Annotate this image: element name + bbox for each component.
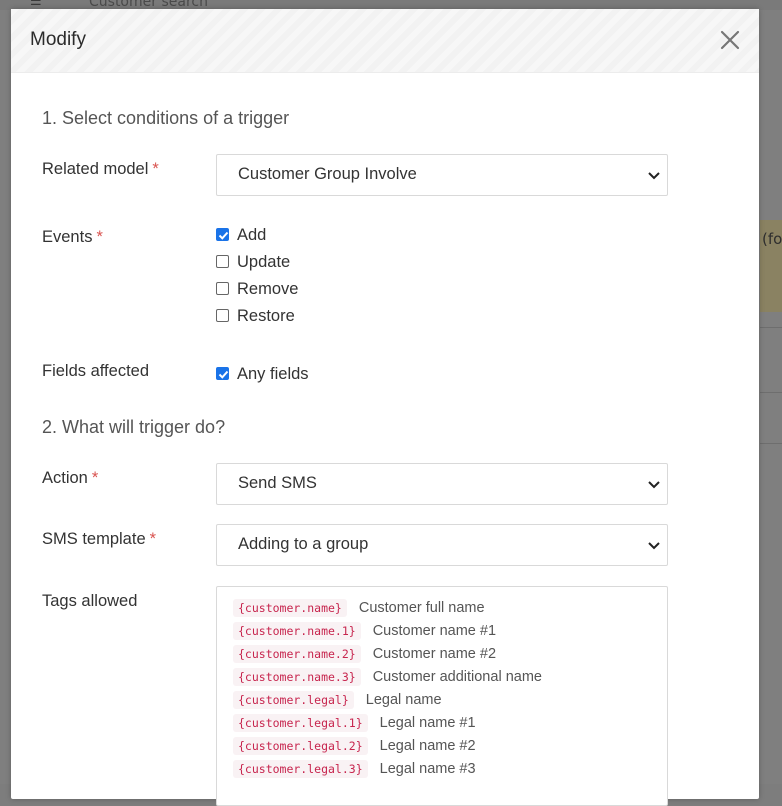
required-marker: * <box>96 228 103 246</box>
related-model-value: Customer Group Involve <box>238 165 417 183</box>
checkmark-icon <box>218 370 229 379</box>
checkbox-unchecked[interactable] <box>216 282 229 295</box>
tag-code[interactable]: {customer.name.1} <box>233 621 361 640</box>
tag-description: Customer name #2 <box>372 645 497 662</box>
action-label-text: Action <box>42 469 88 487</box>
tag-description: Customer additional name <box>372 668 542 685</box>
tag-code[interactable]: {customer.legal.2} <box>233 736 368 755</box>
modify-dialog: Modify 1. Select conditions of a trigger… <box>11 9 759 806</box>
dialog-header: Modify <box>11 9 759 73</box>
chevron-down-icon <box>648 481 660 489</box>
sms-template-label-text: SMS template <box>42 530 146 548</box>
tag-description: Legal name <box>365 691 442 708</box>
tag-description: Legal name #1 <box>379 714 476 731</box>
background-divider <box>760 327 782 328</box>
tag-code[interactable]: {customer.legal.3} <box>233 759 368 778</box>
tag-item: {customer.legal.1} Legal name #1 <box>233 712 476 733</box>
tag-description: Legal name #2 <box>379 737 476 754</box>
fields-affected-label: Fields affected <box>42 362 150 380</box>
background-divider <box>760 392 782 393</box>
events-label: Events * <box>42 228 103 247</box>
section-title-conditions: 1. Select conditions of a trigger <box>42 108 290 128</box>
tag-item: {customer.legal.2} Legal name #2 <box>233 735 476 756</box>
chevron-down-icon <box>648 172 660 180</box>
checkbox-unchecked[interactable] <box>216 309 229 322</box>
tag-code[interactable]: {customer.legal} <box>233 690 354 709</box>
sms-template-value: Adding to a group <box>238 535 369 553</box>
tags-allowed-label: Tags allowed <box>42 592 138 610</box>
tag-code[interactable]: {customer.name} <box>233 598 347 617</box>
checkbox-unchecked[interactable] <box>216 255 229 268</box>
tag-item: {customer.legal} Legal name <box>233 689 442 710</box>
sms-template-label: SMS template * <box>42 530 156 549</box>
close-button[interactable] <box>717 27 743 53</box>
section-title-actions: 2. What will trigger do? <box>42 417 226 437</box>
action-label: Action * <box>42 469 98 488</box>
tag-item: {customer.name.2} Customer name #2 <box>233 643 496 664</box>
tag-item: {customer.name.3} Customer additional nam… <box>233 666 542 687</box>
required-marker: * <box>152 160 159 178</box>
tag-code[interactable]: {customer.name.3} <box>233 667 361 686</box>
event-option-label: Update <box>237 253 291 271</box>
event-option-label: Remove <box>237 280 299 298</box>
sms-template-select[interactable]: Adding to a group <box>216 524 668 566</box>
checkmark-icon <box>218 231 229 240</box>
event-option-label: Add <box>237 226 267 244</box>
chevron-down-icon <box>648 542 660 550</box>
related-model-select[interactable]: Customer Group Involve <box>216 154 668 196</box>
related-model-label-text: Related model <box>42 160 149 178</box>
related-model-label: Related model * <box>42 160 159 179</box>
events-label-text: Events <box>42 228 93 246</box>
tag-item: {customer.name} Customer full name <box>233 597 485 618</box>
checkbox-checked[interactable] <box>216 367 229 380</box>
tag-item: {customer.name.1} Customer name #1 <box>233 620 496 641</box>
required-marker: * <box>91 469 99 487</box>
tag-code[interactable]: {customer.legal.1} <box>233 713 368 732</box>
required-marker: * <box>149 530 157 548</box>
tag-description: Customer name #1 <box>372 622 497 639</box>
menu-icon: ☰ <box>30 0 42 9</box>
close-icon <box>720 30 740 50</box>
tag-description: Customer full name <box>358 599 485 616</box>
dialog-title: Modify <box>30 29 86 50</box>
action-value: Send SMS <box>238 474 317 492</box>
tag-description: Legal name #3 <box>379 760 476 777</box>
event-option-label: Restore <box>237 307 295 325</box>
any-fields-label: Any fields <box>237 365 309 383</box>
background-peek-text: (fo <box>762 230 782 248</box>
checkbox-checked[interactable] <box>216 228 229 241</box>
background-divider <box>760 443 782 444</box>
tag-item: {customer.legal.3} Legal name #3 <box>233 758 476 779</box>
tag-code[interactable]: {customer.name.2} <box>233 644 361 663</box>
action-select[interactable]: Send SMS <box>216 463 668 505</box>
tags-allowed-list[interactable]: {customer.name} Customer full name {custo… <box>216 586 668 806</box>
